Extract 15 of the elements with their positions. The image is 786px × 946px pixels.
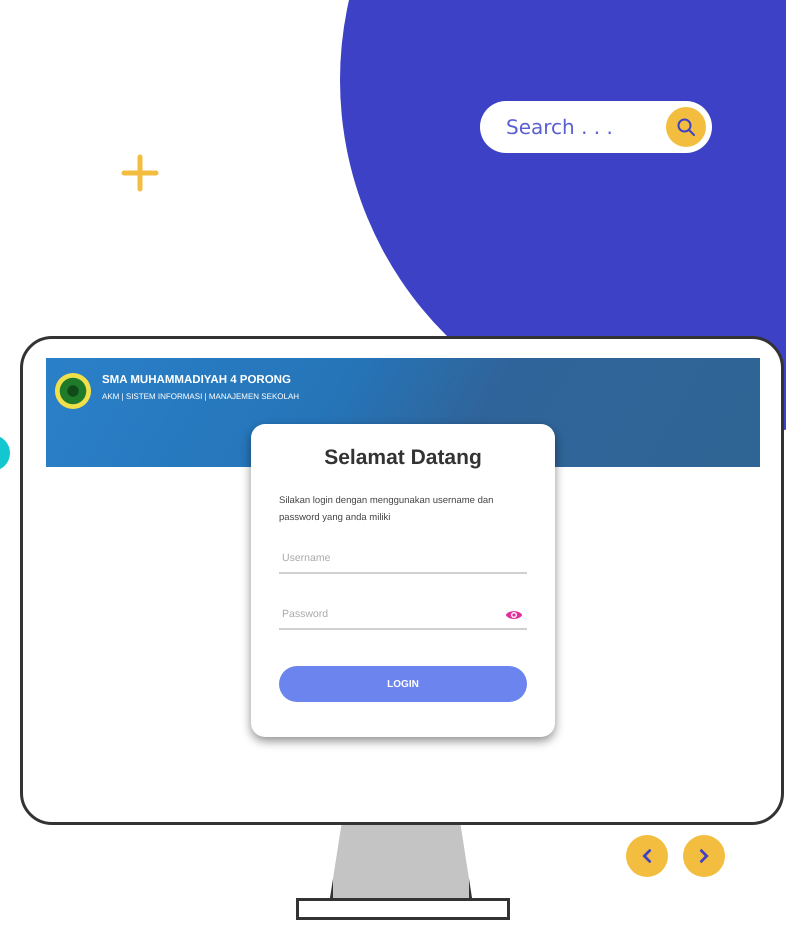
search-bar[interactable]: Search . . . [480,101,712,153]
search-button[interactable] [666,107,706,147]
next-button[interactable] [683,835,725,877]
school-subtitle: AKM | SISTEM INFORMASI | MANAJEMEN SEKOLAH [102,392,300,401]
login-description: Silakan login dengan menggunakan username dan password yang anda miliki [279,494,494,525]
username-field[interactable]: Username [279,544,527,574]
search-field[interactable]: Search . . . [504,114,666,140]
search-icon [676,117,696,137]
previous-button[interactable] [626,835,668,877]
login-button[interactable]: LOGIN [279,666,527,702]
eye-icon[interactable] [505,609,523,621]
school-name: SMA MUHAMMADIYAH 4 PORONG [102,374,292,386]
login-title: Selamat Datang [323,446,483,470]
school-logo-icon [54,372,92,410]
plus-icon [120,153,160,193]
